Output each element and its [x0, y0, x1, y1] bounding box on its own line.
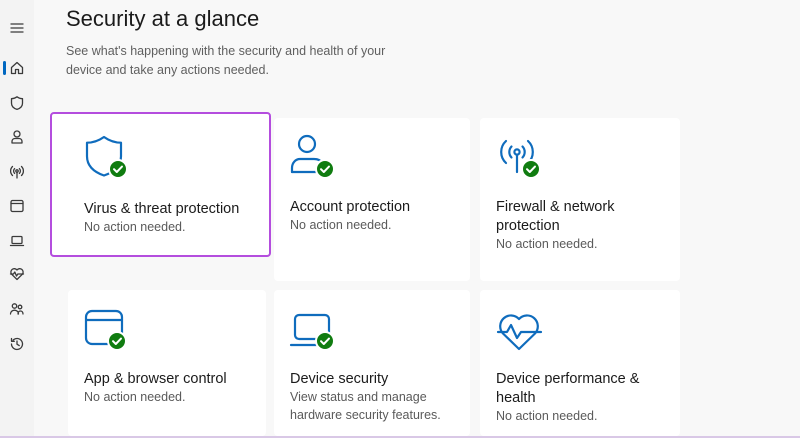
tile-device-performance-health[interactable]: Device performance & health No action ne…: [480, 290, 680, 436]
page-subtitle: See what's happening with the security a…: [66, 44, 386, 77]
sidebar-item-virus-protection[interactable]: [0, 88, 34, 118]
page-title: Security at a glance: [66, 6, 260, 31]
tile-status: No action needed.: [84, 220, 186, 234]
network-icon: [10, 165, 24, 179]
tile-title: Device performance & health: [496, 371, 640, 406]
home-icon: [10, 61, 24, 75]
account-check-icon: [290, 132, 338, 180]
tile-virus-threat-protection[interactable]: Virus & threat protection No action need…: [50, 112, 271, 257]
shield-check-icon: [82, 134, 130, 182]
app-browser-icon: [10, 199, 24, 213]
laptop-check-icon: [289, 308, 338, 356]
sidebar-item-home[interactable]: [0, 53, 34, 83]
tile-title: Virus & threat protection: [84, 201, 240, 217]
heart-pulse-icon: [496, 308, 544, 356]
sidebar-item-family[interactable]: [0, 294, 34, 324]
tile-status: No action needed.: [84, 390, 186, 404]
person-icon: [11, 130, 23, 144]
tile-title: Account protection: [290, 199, 411, 215]
sidebar-item-firewall[interactable]: [0, 157, 34, 187]
history-icon: [10, 337, 24, 351]
shield-icon: [10, 96, 24, 111]
menu-button[interactable]: [0, 13, 34, 43]
tile-device-security[interactable]: Device security View status and manage h…: [274, 290, 470, 436]
sidebar-item-account-protection[interactable]: [0, 122, 34, 152]
tile-account-protection[interactable]: Account protection No action needed.: [274, 118, 470, 281]
tile-status: No action needed.: [496, 237, 598, 251]
sidebar: [0, 0, 34, 438]
sidebar-item-device-security[interactable]: [0, 226, 34, 256]
tile-title: Device security: [290, 371, 389, 387]
device-security-icon: [9, 235, 25, 247]
tile-app-browser-control[interactable]: App & browser control No action needed.: [68, 290, 266, 436]
family-icon: [9, 303, 24, 315]
tile-status: No action needed.: [290, 218, 392, 232]
tile-status: No action needed.: [496, 409, 598, 423]
menu-icon: [10, 23, 24, 33]
antenna-check-icon: [496, 132, 544, 180]
tile-status: View status and manage hardware security…: [290, 390, 441, 422]
heart-pulse-icon: [9, 268, 25, 281]
tile-firewall-network-protection[interactable]: Firewall & network protection No action …: [480, 118, 680, 281]
sidebar-item-device-health[interactable]: [0, 259, 34, 289]
sidebar-item-app-browser[interactable]: [0, 191, 34, 221]
app-window-check-icon: [84, 308, 132, 356]
tile-title: App & browser control: [84, 371, 227, 387]
tile-title: Firewall & network protection: [496, 199, 615, 234]
sidebar-item-protection-history[interactable]: [0, 329, 34, 359]
